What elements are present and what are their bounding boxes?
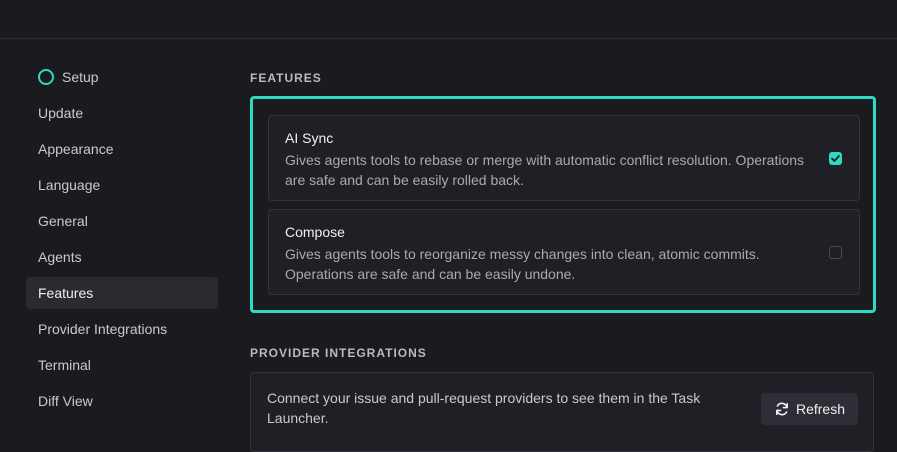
sidebar-item-label: Provider Integrations — [38, 321, 168, 337]
feature-description: Gives agents tools to reorganize messy c… — [285, 246, 760, 282]
sidebar-item-label: Setup — [62, 69, 99, 85]
sidebar-item-terminal[interactable]: Terminal — [26, 349, 218, 381]
setup-progress-ring-icon — [38, 69, 54, 85]
sidebar-item-label: Appearance — [38, 141, 114, 157]
feature-card-compose[interactable]: Compose Gives agents tools to reorganize… — [268, 209, 860, 295]
feature-description: Gives agents tools to rebase or merge wi… — [285, 152, 805, 188]
sidebar-item-features[interactable]: Features — [26, 277, 218, 309]
sidebar-item-label: Agents — [38, 249, 82, 265]
sidebar-item-label: Update — [38, 105, 84, 121]
sidebar-item-label: General — [38, 213, 88, 229]
features-heading: FEATURES — [250, 71, 322, 85]
sidebar-item-label: Diff View — [38, 393, 93, 409]
refresh-button-label: Refresh — [795, 401, 846, 417]
sidebar-item-update[interactable]: Update — [26, 97, 218, 129]
sidebar-item-agents[interactable]: Agents — [26, 241, 218, 273]
feature-card-ai-sync[interactable]: AI Sync Gives agents tools to rebase or … — [268, 115, 860, 201]
sidebar-item-language[interactable]: Language — [26, 169, 218, 201]
sidebar-item-label: Terminal — [38, 357, 91, 373]
features-section: AI Sync Gives agents tools to rebase or … — [250, 96, 876, 313]
refresh-icon — [775, 402, 788, 416]
compose-checkbox[interactable] — [829, 246, 842, 259]
settings-sidebar: Setup Update Appearance Language General… — [26, 61, 218, 421]
refresh-button[interactable]: Refresh — [761, 393, 858, 425]
sidebar-item-provider-integrations[interactable]: Provider Integrations — [26, 313, 218, 345]
top-bar — [0, 0, 897, 39]
checkmark-icon — [831, 155, 840, 162]
feature-title: Compose — [285, 224, 345, 240]
sidebar-item-appearance[interactable]: Appearance — [26, 133, 218, 165]
provider-integrations-heading: PROVIDER INTEGRATIONS — [250, 346, 427, 360]
feature-title: AI Sync — [285, 130, 334, 146]
sidebar-item-general[interactable]: General — [26, 205, 218, 237]
sidebar-item-label: Language — [38, 177, 101, 193]
sidebar-item-label: Features — [38, 285, 94, 301]
ai-sync-checkbox[interactable] — [829, 152, 842, 165]
provider-integrations-section: Connect your issue and pull-request prov… — [250, 372, 874, 452]
sidebar-item-diff-view[interactable]: Diff View — [26, 385, 218, 417]
provider-integrations-description: Connect your issue and pull-request prov… — [267, 390, 701, 426]
sidebar-item-setup[interactable]: Setup — [26, 61, 218, 93]
